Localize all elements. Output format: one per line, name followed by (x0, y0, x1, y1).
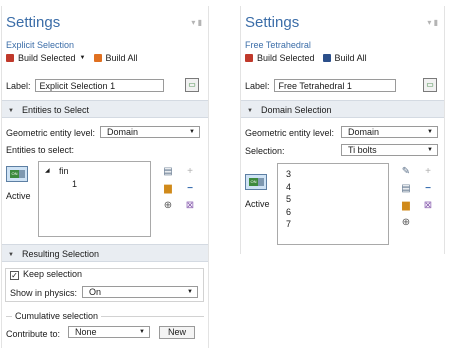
label-caption: Label: (6, 80, 31, 91)
active-toggle-button[interactable]: ON (245, 174, 267, 190)
copy-icon[interactable]: ▤ (398, 183, 414, 195)
show-physics-label: Show in physics: (10, 288, 78, 298)
list-item[interactable]: 5 (286, 193, 291, 206)
list-action-icons: ▤ + ▆ − ⊕ ⊠ (160, 166, 198, 212)
chevron-down-icon: ▼ (8, 108, 14, 114)
list-item[interactable]: 6 (286, 206, 291, 219)
remove-icon[interactable]: − (420, 183, 436, 195)
geo-level-label: Geometric entity level: (245, 128, 335, 138)
chevron-down-icon: ▼ (427, 147, 433, 153)
contribute-label: Contribute to: (6, 329, 61, 339)
copy-icon[interactable]: ▆ (160, 183, 176, 195)
clear-selection-icon[interactable]: ⊠ (420, 200, 436, 212)
label-row: Label: Explicit Selection 1 (6, 79, 164, 92)
chevron-down-icon: ▼ (189, 129, 195, 135)
geo-level-label: Geometric entity level: (6, 128, 96, 138)
label-edit-button[interactable]: ▭ (423, 78, 437, 92)
panel-title: Settings (6, 14, 61, 31)
paste-icon[interactable]: ✎ (398, 166, 414, 178)
label-caption: Label: (245, 80, 270, 91)
tree-node-child[interactable]: 1 (72, 179, 77, 189)
domain-list[interactable]: 3 4 5 6 7 (277, 163, 389, 245)
build-selected-button[interactable]: Build Selected (18, 53, 76, 63)
zoom-selected-icon[interactable]: ⊕ (160, 200, 176, 212)
chevron-down-icon: ▼ (187, 289, 193, 295)
contribute-select[interactable]: None ▼ (68, 326, 150, 338)
section-resulting-selection[interactable]: ▼ Resulting Selection (2, 244, 208, 262)
build-selected-button[interactable]: Build Selected (257, 53, 315, 63)
add-icon[interactable]: + (182, 166, 198, 178)
zoom-selected-icon[interactable]: ▆ (398, 200, 414, 212)
cumulative-label: Cumulative selection (12, 311, 102, 321)
geo-level-select[interactable]: Domain ▼ (100, 126, 200, 138)
panel-title: Settings (245, 14, 300, 31)
active-label: Active (245, 199, 270, 209)
paste-icon[interactable]: ▤ (160, 166, 176, 178)
domain-list-items: 3 4 5 6 7 (286, 168, 291, 231)
active-toggle-button[interactable]: ON (6, 166, 28, 182)
label-row: Label: Free Tetrahedral 1 (245, 79, 396, 92)
list-item[interactable]: 7 (286, 218, 291, 231)
chevron-down-icon: ▼ (8, 252, 14, 258)
new-button[interactable]: New (159, 326, 195, 339)
chevron-down-icon: ▼ (139, 329, 145, 335)
panel-subtitle: Explicit Selection (6, 40, 75, 50)
chevron-down-icon: ▼ (427, 129, 433, 135)
list-item[interactable]: 3 (286, 168, 291, 181)
build-all-icon (93, 54, 102, 62)
build-all-button[interactable]: Build All (335, 53, 367, 63)
chevron-down-icon: ▼ (247, 108, 253, 114)
clear-selection-icon[interactable]: ⊠ (182, 200, 198, 212)
checkbox-checked-icon: ✓ (10, 271, 19, 280)
build-all-icon (322, 54, 331, 62)
active-label: Active (6, 191, 31, 201)
pin-icon[interactable]: ▾ ▮ (427, 18, 438, 27)
panel-subtitle: Free Tetrahedral (245, 40, 311, 50)
build-selected-icon (245, 54, 253, 62)
show-physics-select[interactable]: On ▼ (82, 286, 198, 298)
settings-panel-explicit-selection: Settings ▾ ▮ Explicit Selection Build Se… (1, 6, 209, 348)
chevron-down-icon[interactable]: ▼ (80, 55, 86, 61)
selection-select[interactable]: Ti bolts ▼ (341, 144, 438, 156)
label-field[interactable]: Explicit Selection 1 (34, 79, 164, 92)
label-edit-button[interactable]: ▭ (185, 78, 199, 92)
build-toolbar: Build Selected ▼ Build All (6, 53, 138, 63)
settings-panel-free-tetrahedral: Settings ▾ ▮ Free Tetrahedral Build Sele… (240, 6, 445, 254)
tree-node-root[interactable]: fin (59, 166, 69, 176)
section-domain-selection[interactable]: ▼ Domain Selection (241, 100, 444, 118)
pin-icon[interactable]: ▾ ▮ (191, 18, 202, 27)
zoom-selected-icon[interactable]: ⊕ (398, 217, 414, 229)
entities-tree[interactable]: ◢ fin 1 (38, 161, 151, 237)
list-item[interactable]: 4 (286, 181, 291, 194)
geo-level-select[interactable]: Domain ▼ (341, 126, 438, 138)
tree-collapse-icon[interactable]: ◢ (45, 167, 50, 174)
selection-label: Selection: (245, 146, 285, 156)
add-icon[interactable]: + (420, 166, 436, 178)
label-field[interactable]: Free Tetrahedral 1 (273, 79, 396, 92)
build-toolbar: Build Selected Build All (245, 53, 367, 63)
entities-label: Entities to select: (6, 145, 75, 155)
remove-icon[interactable]: − (182, 183, 198, 195)
build-selected-icon (6, 54, 14, 62)
keep-selection-checkbox[interactable]: ✓ Keep selection (10, 269, 86, 280)
list-action-icons: ✎ + ▤ − ▆ ⊠ ⊕ (398, 166, 436, 229)
section-entities-to-select[interactable]: ▼ Entities to Select (2, 100, 208, 118)
build-all-button[interactable]: Build All (106, 53, 138, 63)
